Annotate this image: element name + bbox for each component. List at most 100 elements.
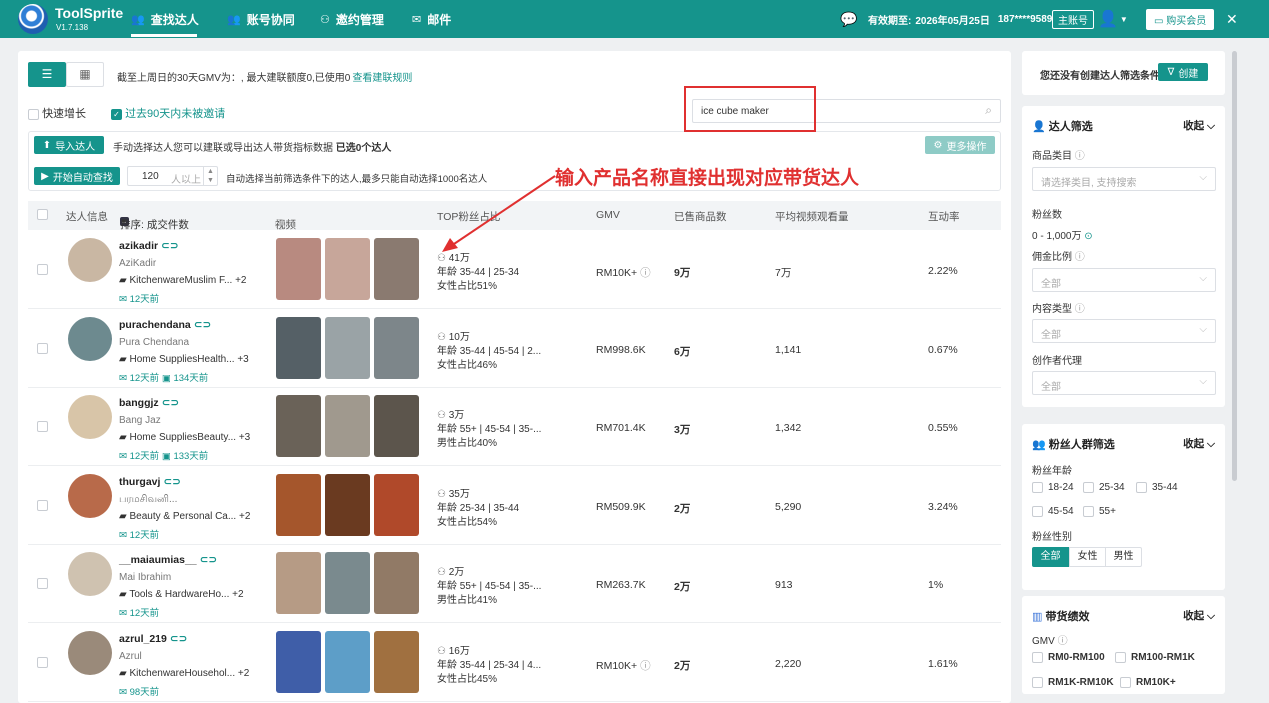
creator-filter-title: 👤 达人筛选 — [1032, 121, 1093, 133]
video-thumbnail[interactable] — [276, 552, 321, 614]
close-icon[interactable]: ✕ — [1226, 0, 1238, 38]
gmv-range-option[interactable]: RM100-RM1K — [1115, 652, 1195, 663]
row-checkbox[interactable] — [37, 578, 48, 589]
video-thumbnail[interactable] — [325, 238, 370, 300]
engagement-value: 3.24% — [928, 500, 958, 513]
grid-view-icon[interactable]: ▦ — [66, 62, 104, 87]
creator-handle[interactable]: __maiaumias__ ⊂⊃ — [119, 554, 217, 566]
gender-male-button[interactable]: 男性 — [1105, 547, 1142, 567]
more-actions-button[interactable]: ⚙ 更多操作 — [925, 136, 995, 154]
auto-count-stepper[interactable]: 120 人以上 ▲ ▼ — [127, 166, 218, 186]
gmv-range-option[interactable]: RM0-RM100 — [1032, 652, 1105, 663]
fans-age-label: 粉丝年龄 — [1032, 466, 1072, 477]
row-checkbox[interactable] — [37, 421, 48, 432]
avatar[interactable] — [68, 630, 112, 675]
creator-name: Azrul — [119, 650, 142, 662]
age-option[interactable]: 45-54 — [1032, 506, 1074, 517]
link-icon[interactable]: ⊂⊃ — [161, 240, 179, 252]
app-logo-icon[interactable] — [18, 4, 48, 34]
avatar[interactable] — [68, 473, 112, 518]
fans-range[interactable]: 0 - 1,000万 ⊙ — [1032, 227, 1093, 242]
video-thumbnail[interactable] — [325, 630, 370, 693]
row-checkbox[interactable] — [37, 499, 48, 511]
collapse-fans-filter[interactable]: 收起 ⌵ — [1183, 436, 1215, 451]
age-option[interactable]: 55+ — [1083, 506, 1116, 517]
gmv-value: RM509.9K — [596, 500, 646, 513]
video-thumbnail[interactable] — [276, 238, 321, 300]
video-thumbnail[interactable] — [374, 395, 419, 457]
video-thumbnail[interactable] — [374, 630, 419, 693]
select-all-checkbox[interactable] — [37, 209, 48, 220]
gmv-range-option[interactable]: RM1K-RM10K — [1032, 677, 1114, 688]
video-thumbnail[interactable] — [374, 316, 419, 379]
link-icon[interactable]: ⊂⊃ — [170, 633, 188, 645]
create-filter-button[interactable]: ∇ 创建 — [1158, 63, 1208, 81]
video-thumbnail[interactable] — [276, 316, 321, 379]
commission-label: 佣金比例 ⓘ — [1032, 252, 1085, 263]
avatar[interactable] — [68, 552, 112, 596]
mail-icon: ✉ — [119, 686, 127, 698]
avatar[interactable] — [68, 238, 112, 282]
agency-select[interactable]: 全部 ⌵ — [1032, 371, 1216, 395]
age-option[interactable]: 25-34 — [1083, 482, 1125, 493]
age-option[interactable]: 35-44 — [1136, 482, 1178, 493]
video-thumbnail[interactable] — [276, 395, 321, 457]
video-thumbnail[interactable] — [374, 238, 419, 300]
video-thumbnail[interactable] — [374, 552, 419, 614]
auto-find-button[interactable]: ▶ 开始自动查找 — [34, 167, 120, 185]
page-scrollbar[interactable] — [1232, 51, 1237, 481]
content-type-select[interactable]: 全部 ⌵ — [1032, 319, 1216, 343]
radio-icon: ⊙ — [1084, 231, 1093, 242]
fans-count: ⚇ 35万 — [437, 488, 470, 500]
link-icon[interactable]: ⊂⊃ — [194, 319, 212, 331]
rule-link[interactable]: 查看建联规则 — [352, 73, 412, 84]
filter-preset-card: 您还没有创建达人筛选条件 ∇ 创建 — [1022, 51, 1225, 95]
avatar[interactable] — [68, 395, 112, 439]
list-view-icon[interactable]: ☰ — [28, 62, 66, 87]
creator-handle[interactable]: azrul_219 ⊂⊃ — [119, 633, 187, 645]
creator-handle[interactable]: purachendana ⊂⊃ — [119, 319, 211, 331]
import-creators-button[interactable]: ⬆ 导入达人 — [34, 136, 104, 154]
link-icon[interactable]: ⊂⊃ — [162, 397, 180, 409]
stepper-arrows-icon[interactable]: ▲ ▼ — [207, 167, 214, 185]
creator-handle[interactable]: azikadir ⊂⊃ — [119, 240, 179, 252]
category-select[interactable]: 请选择类目, 支持搜索 ⌵ — [1032, 167, 1216, 191]
video-thumbnail[interactable] — [276, 473, 321, 536]
row-checkbox[interactable] — [37, 656, 48, 668]
search-highlight-box — [684, 86, 816, 132]
video-thumbnail[interactable] — [325, 395, 370, 457]
gender-all-button[interactable]: 全部 — [1032, 547, 1069, 567]
nav-mail[interactable]: ✉ 邮件 — [412, 0, 451, 38]
nav-account-collab[interactable]: 👥 账号协同 — [227, 0, 295, 38]
user-avatar-icon[interactable]: 👤 ▼ — [1098, 0, 1128, 38]
creator-category: ▰ Home SuppliesHealth... +3 — [119, 353, 249, 365]
gmv-range-option[interactable]: RM10K+ — [1120, 677, 1176, 688]
video-thumbnail[interactable] — [325, 473, 370, 536]
link-icon[interactable]: ⊂⊃ — [200, 554, 218, 566]
gender-female-button[interactable]: 女性 — [1069, 547, 1106, 567]
link-icon[interactable]: ⊂⊃ — [163, 476, 181, 488]
collapse-sales[interactable]: 收起 ⌵ — [1183, 608, 1215, 623]
group-icon: 👥 — [1032, 439, 1046, 451]
row-checkbox[interactable] — [37, 264, 48, 275]
search-icon[interactable]: ⌕ — [985, 103, 992, 118]
video-thumbnail[interactable] — [325, 552, 370, 614]
row-checkbox[interactable] — [37, 342, 48, 354]
creator-handle[interactable]: banggjz ⊂⊃ — [119, 397, 179, 409]
video-thumbnail[interactable] — [325, 316, 370, 379]
fast-growth-checkbox[interactable]: 快速增长 — [28, 105, 86, 121]
video-thumbnail[interactable] — [276, 630, 321, 693]
not-invited-checkbox[interactable]: ✓ 过去90天内未被邀请 — [111, 105, 225, 121]
wechat-icon[interactable]: 💬 — [840, 0, 857, 38]
creator-handle[interactable]: thurgavj ⊂⊃ — [119, 476, 181, 488]
avatar[interactable] — [68, 316, 112, 361]
engagement-value: 1.61% — [928, 657, 958, 670]
video-thumbnail[interactable] — [374, 473, 419, 536]
age-option[interactable]: 18-24 — [1032, 482, 1074, 493]
nav-find-creators[interactable]: 👥 查找达人 — [131, 0, 199, 38]
buy-membership-button[interactable]: ▭ 购买会员 — [1146, 8, 1215, 30]
collapse-creator-filter[interactable]: 收起 ⌵ — [1183, 118, 1215, 133]
fans-count-label: 粉丝数 — [1032, 210, 1062, 221]
commission-select[interactable]: 全部 ⌵ — [1032, 268, 1216, 292]
nav-invite-mgmt[interactable]: ⚇ 邀约管理 — [320, 0, 384, 38]
